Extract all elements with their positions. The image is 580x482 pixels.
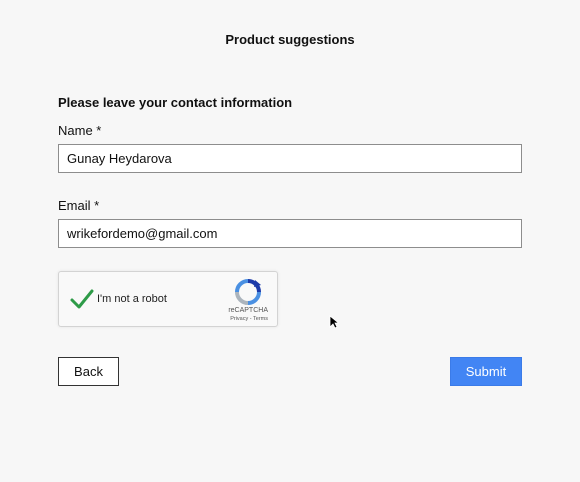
product-suggestions-page: Product suggestions Please leave your co…: [0, 0, 580, 482]
recaptcha-brand: reCAPTCHA: [228, 307, 268, 314]
checkmark-icon[interactable]: [69, 286, 95, 312]
contact-info-heading: Please leave your contact information: [58, 95, 293, 110]
name-field[interactable]: [58, 144, 522, 173]
recaptcha-logo-icon: [235, 279, 261, 305]
mouse-cursor-icon: [329, 315, 339, 329]
page-title: Product suggestions: [225, 32, 355, 47]
back-button[interactable]: Back: [58, 357, 119, 386]
recaptcha-terms-link[interactable]: Terms: [253, 316, 268, 322]
recaptcha-widget: I'm not a robot reCAPTCHA Privacy - Term…: [58, 271, 278, 327]
email-field[interactable]: [58, 219, 522, 248]
submit-button[interactable]: Submit: [450, 357, 522, 386]
recaptcha-links: Privacy - Terms: [230, 316, 268, 322]
recaptcha-privacy-link[interactable]: Privacy: [230, 316, 248, 322]
recaptcha-label: I'm not a robot: [97, 293, 167, 305]
name-field-label: Name *: [58, 123, 102, 138]
email-field-label: Email *: [58, 198, 100, 213]
